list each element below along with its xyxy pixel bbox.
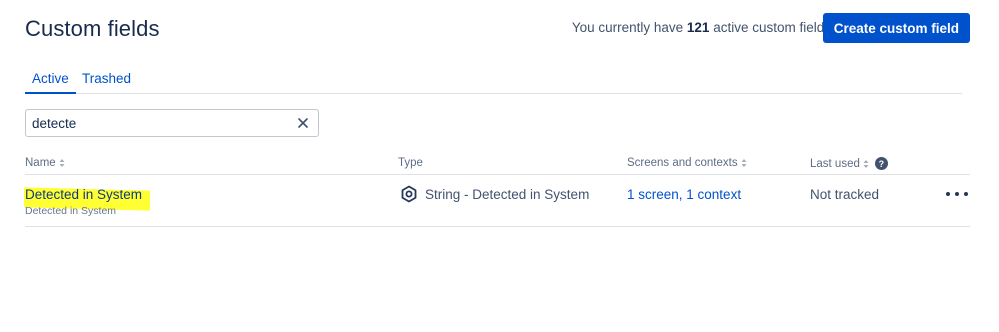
tab-active[interactable]: Active <box>25 71 76 94</box>
search-box <box>25 109 319 137</box>
column-header-label: Name <box>25 157 56 169</box>
sort-icon <box>59 159 65 167</box>
active-fields-count: 121 <box>686 20 710 35</box>
header-divider <box>25 174 970 175</box>
tab-list: Active Trashed <box>25 62 962 94</box>
sort-icon <box>741 159 747 167</box>
more-icon[interactable] <box>946 186 968 202</box>
summary-prefix: You currently have <box>571 20 684 35</box>
tab-trashed[interactable]: Trashed <box>75 71 138 86</box>
page-title: Custom fields <box>25 16 160 41</box>
help-icon[interactable]: ? <box>874 157 888 170</box>
column-header-label: Screens and contexts <box>627 157 738 169</box>
dot <box>955 192 959 196</box>
field-name-link[interactable]: Detected in System <box>25 187 142 202</box>
column-header-screens-contexts[interactable]: Screens and contexts <box>627 157 747 169</box>
row-divider <box>25 226 970 227</box>
create-custom-field-button[interactable]: Create custom field <box>822 13 970 43</box>
screens-contexts-link[interactable]: 1 screen, 1 context <box>627 187 741 202</box>
search-input[interactable] <box>32 113 287 133</box>
summary-suffix: active custom fields <box>713 20 831 35</box>
field-type: String - Detected in System <box>425 187 590 202</box>
column-header-last-used[interactable]: Last used ? <box>810 157 888 170</box>
column-header-label: Last used <box>810 157 860 170</box>
column-header-type: Type <box>398 157 423 169</box>
dot <box>946 192 950 196</box>
sort-icon <box>863 159 869 168</box>
column-header-name[interactable]: Name <box>25 157 65 169</box>
column-header-label: Type <box>398 157 423 169</box>
last-used-value: Not tracked <box>810 187 880 202</box>
field-description: Detected in System <box>25 205 117 217</box>
active-fields-summary: You currently have 121 active custom fie… <box>572 20 831 35</box>
clear-icon[interactable] <box>296 116 310 130</box>
hexagon-string-icon <box>401 185 417 203</box>
dot <box>964 192 968 196</box>
